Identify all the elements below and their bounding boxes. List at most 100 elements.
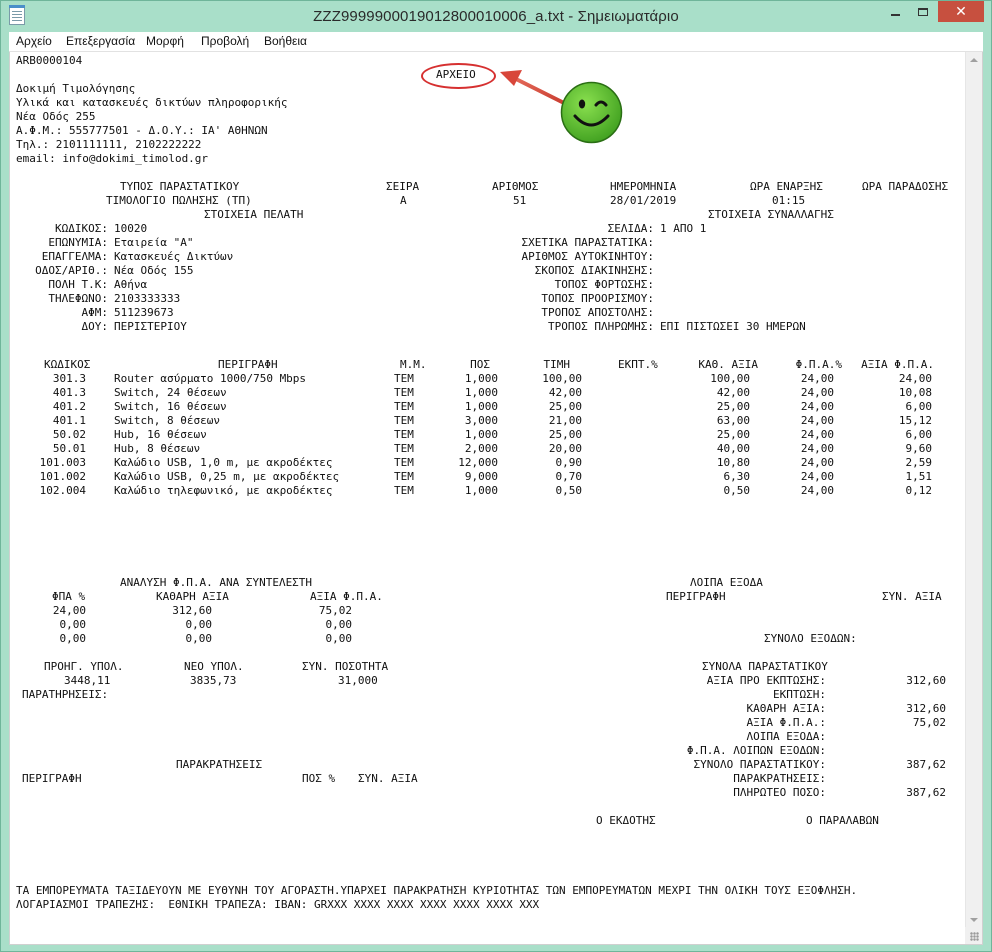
vat-rate: 0,00 — [59, 632, 87, 645]
totals-value: 387,62 — [906, 758, 946, 771]
balance-prev-label: ΠΡΟΗΓ. ΥΠΟΛ. — [44, 660, 124, 673]
item-qty: 1,000 — [464, 484, 498, 497]
customer-label: ΚΩΔΙΚΟΣ: — [55, 222, 108, 235]
balance-new-label: ΝΕΟ ΥΠΟΛ. — [184, 660, 244, 673]
col-qty: ΠΟΣ — [470, 358, 490, 371]
transaction-label: ΤΡΟΠΟΣ ΑΠΟΣΤΟΛΗΣ: — [541, 306, 654, 319]
item-code: 101.003 — [39, 456, 86, 469]
smiley-icon — [560, 81, 623, 144]
col-code: ΚΩΔΙΚΟΣ — [44, 358, 91, 371]
vat-net: 0,00 — [185, 618, 213, 631]
doc-code: ARB0000104 — [16, 54, 83, 67]
item-price: 0,50 — [555, 484, 583, 497]
customer-value: 10020 — [114, 222, 148, 235]
doc-type: ΤΙΜΟΛΟΓΙΟ ΠΩΛΗΣΗΣ (ΤΠ) — [106, 194, 252, 207]
item-qty: 1,000 — [464, 386, 498, 399]
notepad-window: ZZZ999990001901280001000​6_a.txt - Σημει… — [0, 0, 992, 952]
item-unit: ΤΕΜ — [394, 442, 414, 455]
customer-label: ΕΠΩΝΥΜΙΑ: — [48, 236, 108, 249]
menu-edit[interactable]: Επεξεργασία — [66, 34, 135, 49]
item-code: 401.1 — [52, 414, 86, 427]
balance-qty-label: ΣΥΝ. ΠΟΣΟΤΗΤΑ — [302, 660, 389, 673]
item-vat-rate: 24,00 — [800, 470, 834, 483]
doc-series: Α — [400, 194, 407, 207]
transaction-value: ΕΠΙ ΠΙΣΤΩΣΕΙ 30 ΗΜΕΡΩΝ — [660, 320, 806, 333]
item-vat-rate: 24,00 — [800, 372, 834, 385]
vat-net: 312,60 — [172, 604, 212, 617]
col-vat-rate: Φ.Π.Α.% — [795, 358, 842, 371]
company-address: Νέα Οδός 255 — [16, 110, 96, 123]
maximize-icon — [917, 8, 928, 17]
item-code: 101.002 — [39, 470, 86, 483]
item-unit: ΤΕΜ — [394, 400, 414, 413]
window-title: ZZZ999990001901280001000​6_a.txt - Σημει… — [313, 8, 679, 25]
item-description: Καλώδιο τηλεφωνικό, με ακροδέκτες — [114, 484, 333, 497]
col-unit: Μ.Μ. — [400, 358, 427, 371]
item-unit: ΤΕΜ — [394, 414, 414, 427]
vat-col-vat: ΑΞΙΑ Φ.Π.Α. — [310, 590, 383, 603]
minimize-button[interactable] — [882, 1, 909, 22]
vat-col-net: ΚΑΘΑΡΗ ΑΞΙΑ — [156, 590, 229, 603]
totals-label: ΛΟΙΠΑ ΕΞΟΔΑ: — [746, 730, 826, 743]
resize-grip-icon[interactable] — [970, 932, 979, 941]
col-description: ΠΕΡΙΓΡΑΦΗ — [218, 358, 278, 371]
scroll-up-icon[interactable] — [970, 58, 978, 62]
item-unit: ΤΕΜ — [394, 428, 414, 441]
item-vat: 1,51 — [905, 470, 933, 483]
other-expenses-total: ΣΥΝΟΛΟ ΕΞΟΔΩΝ: — [764, 632, 857, 645]
totals-value: 312,60 — [906, 702, 946, 715]
item-code: 50.02 — [52, 428, 86, 441]
item-vat: 0,12 — [905, 484, 933, 497]
customer-value: Κατασκευές Δικτύων — [114, 250, 234, 263]
item-qty: 3,000 — [464, 414, 498, 427]
remarks-label: ΠΑΡΑΤΗΡΗΣΕΙΣ: — [22, 688, 109, 701]
menu-view[interactable]: Προβολή — [201, 34, 249, 49]
vat-rate: 24,00 — [52, 604, 86, 617]
transaction-label: ΣΧΕΤΙΚΑ ΠΑΡΑΣΤΑΤΙΚΑ: — [521, 236, 654, 249]
item-vat-rate: 24,00 — [800, 386, 834, 399]
vat-rate: 0,00 — [59, 618, 87, 631]
resize-corner[interactable] — [965, 927, 982, 944]
menu-format[interactable]: Μορφή — [146, 34, 184, 49]
label-start-time: ΩΡΑ ΕΝΑΡΞΗΣ — [750, 180, 823, 193]
label-doc-type: ΤΥΠΟΣ ΠΑΡΑΣΤΑΤΙΚΟΥ — [120, 180, 240, 193]
transaction-label: ΑΡΙΘΜΟΣ ΑΥΤΟΚΙΝΗΤΟΥ: — [521, 250, 654, 263]
item-description: Switch, 16 θέσεων — [114, 400, 227, 413]
withholdings-col-value: ΣΥΝ. ΑΞΙΑ — [358, 772, 418, 785]
title-bar[interactable]: ZZZ999990001901280001000​6_a.txt - Σημει… — [1, 1, 991, 32]
item-unit: ΤΕΜ — [394, 372, 414, 385]
company-name: Δοκιμή Τιμολόγησης — [16, 82, 136, 95]
close-button[interactable]: ✕ — [938, 1, 984, 22]
scroll-down-icon[interactable] — [970, 918, 978, 922]
item-description: Καλώδιο USB, 1,0 m, με ακροδέκτες — [114, 456, 333, 469]
customer-value: Αθήνα — [114, 278, 148, 291]
vat-value: 75,02 — [318, 604, 352, 617]
maximize-button[interactable] — [909, 1, 936, 22]
vertical-scrollbar[interactable] — [965, 52, 982, 928]
transaction-label: ΤΟΠΟΣ ΦΟΡΤΩΣΗΣ: — [554, 278, 654, 291]
balance-qty-value: 31,000 — [338, 674, 378, 687]
menu-file[interactable]: Αρχείο — [16, 34, 52, 49]
item-price: 20,00 — [548, 442, 582, 455]
customer-value: 511239673 — [114, 306, 174, 319]
balance-prev-value: 3448,11 — [64, 674, 111, 687]
withholdings-title: ΠΑΡΑΚΡΑΤΗΣΕΙΣ — [176, 758, 263, 771]
item-qty: 9,000 — [464, 470, 498, 483]
transaction-label: ΣΚΟΠΟΣ ΔΙΑΚΙΝΗΣΗΣ: — [534, 264, 654, 277]
label-delivery-time: ΩΡΑ ΠΑΡΑΔΟΣΗΣ — [862, 180, 949, 193]
stamp-circle — [421, 63, 496, 89]
totals-label: ΑΞΙΑ Φ.Π.Α.: — [746, 716, 826, 729]
item-vat: 15,12 — [898, 414, 932, 427]
item-net: 25,00 — [716, 400, 750, 413]
customer-label: ΟΔΟΣ/ΑΡΙΘ.: — [35, 264, 108, 277]
label-date: ΗΜΕΡΟΜΗΝΙΑ — [610, 180, 677, 193]
transaction-label: ΣΕΛΙΔΑ: — [607, 222, 654, 235]
item-price: 25,00 — [548, 400, 582, 413]
menu-help[interactable]: Βοήθεια — [264, 34, 307, 49]
customer-title: ΣΤΟΙΧΕΙΑ ΠΕΛΑΤΗ — [204, 208, 304, 221]
item-price: 0,90 — [555, 456, 583, 469]
totals-label: Φ.Π.Α. ΛΟΙΠΩΝ ΕΞΟΔΩΝ: — [686, 744, 826, 757]
text-editor[interactable]: ARB0000104 ΑΡΧΕΙΟ Δοκιμή Τιμολόγησης Υλι… — [9, 52, 983, 945]
balance-new-value: 3835,73 — [190, 674, 237, 687]
item-qty: 2,000 — [464, 442, 498, 455]
